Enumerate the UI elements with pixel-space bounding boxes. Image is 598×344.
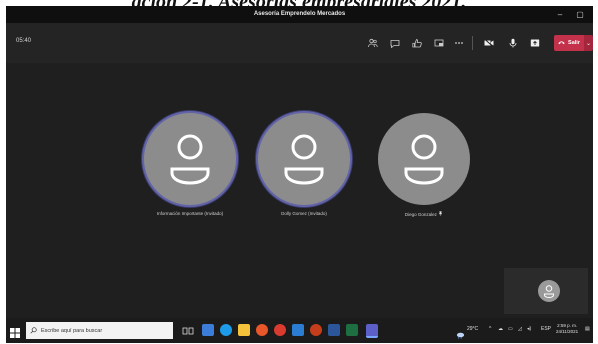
taskbar-search-input[interactable]: Escribe aquí para buscar [26, 322, 173, 339]
clock-date: 24/11/2021 [556, 329, 578, 335]
avatar [258, 113, 350, 205]
edge-icon[interactable] [220, 324, 232, 336]
word-icon[interactable] [328, 324, 340, 336]
avatar [144, 113, 236, 205]
participants-icon[interactable] [366, 36, 380, 50]
windows-start-icon[interactable] [10, 325, 20, 335]
meeting-toolbar: 05:40 Salir ⌄ [6, 23, 593, 63]
excel-icon[interactable] [346, 324, 358, 336]
outlook-icon[interactable] [292, 324, 304, 336]
participant-name: Diego Gonzalez [405, 212, 437, 217]
title-bar: Asesoría Emprendelo Mercados – ▢ [6, 6, 593, 23]
teams-icon[interactable] [366, 324, 378, 338]
leave-dropdown[interactable]: ⌄ [584, 35, 593, 51]
camera-icon[interactable] [482, 36, 496, 50]
search-icon [30, 327, 37, 334]
leave-button[interactable]: Salir [554, 35, 584, 51]
avatar [378, 113, 470, 205]
windows-taskbar: Escribe aquí para buscar 29°C ^ ☁ ▭ ◿ ◂)… [6, 318, 593, 343]
teams-meeting-window: Asesoría Emprendelo Mercados – ▢ 05:40 [6, 6, 593, 318]
volume-icon[interactable]: ◂) [527, 326, 531, 332]
tray-chevron-up-icon[interactable]: ^ [489, 326, 491, 332]
minimize-button[interactable]: – [553, 9, 567, 20]
person-icon [282, 133, 326, 185]
chat-icon[interactable] [388, 36, 402, 50]
toolbar-divider [472, 36, 473, 50]
leave-label: Salir [568, 40, 580, 46]
taskbar-app-icon[interactable] [256, 324, 268, 336]
more-icon[interactable] [452, 36, 466, 50]
task-view-icon[interactable] [182, 324, 194, 336]
mic-icon[interactable] [506, 36, 520, 50]
taskbar-clock[interactable]: 2:59 p. m. 24/11/2021 [556, 323, 578, 335]
cloud-icon[interactable]: ☁ [498, 326, 503, 332]
person-icon [168, 133, 212, 185]
meeting-timer: 05:40 [16, 38, 31, 44]
self-video-tile[interactable] [504, 268, 588, 314]
reactions-icon[interactable] [410, 36, 424, 50]
person-icon [543, 285, 555, 298]
window-title: Asesoría Emprendelo Mercados [6, 11, 593, 17]
weather-icon [456, 326, 465, 344]
maximize-button[interactable]: ▢ [573, 9, 587, 20]
language-indicator[interactable]: ESP [541, 326, 551, 332]
taskbar-app-icon[interactable] [310, 324, 322, 336]
taskbar-app-icon[interactable] [202, 324, 214, 336]
search-placeholder: Escribe aquí para buscar [41, 328, 102, 334]
rooms-icon[interactable] [432, 36, 446, 50]
chrome-icon[interactable] [274, 324, 286, 336]
pin-icon [438, 212, 443, 217]
battery-icon[interactable]: ▭ [508, 326, 513, 332]
network-icon[interactable]: ◿ [518, 326, 522, 332]
file-explorer-icon[interactable] [238, 324, 250, 336]
participant-name-row: Diego Gonzalez [346, 211, 502, 217]
person-icon [402, 133, 446, 185]
hangup-icon [558, 40, 565, 47]
notification-icon[interactable]: ▤ [585, 326, 590, 332]
share-icon[interactable] [528, 36, 542, 50]
weather-temp[interactable]: 29°C [467, 326, 478, 332]
self-avatar [538, 280, 560, 302]
